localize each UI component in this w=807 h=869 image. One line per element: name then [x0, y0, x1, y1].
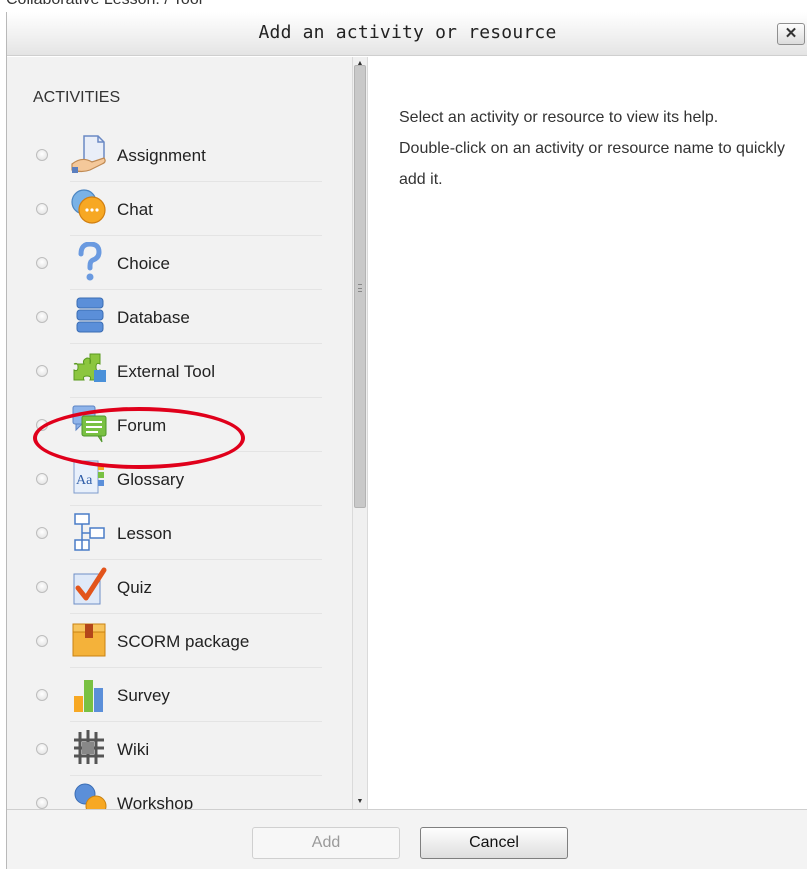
- radio-button[interactable]: [36, 311, 48, 323]
- radio-button[interactable]: [36, 689, 48, 701]
- activity-label: Workshop: [117, 794, 194, 809]
- activity-option-survey[interactable]: Survey: [7, 668, 352, 722]
- dialog-titlebar: Add an activity or resource ✕: [7, 12, 807, 56]
- add-activity-dialog: Add an activity or resource ✕ ACTIVITIES…: [6, 12, 807, 869]
- activity-option-quiz[interactable]: Quiz: [7, 560, 352, 614]
- activity-label: SCORM package: [117, 632, 250, 651]
- forum-highlight-annotation: [33, 407, 245, 469]
- radio-button[interactable]: [36, 149, 48, 161]
- activities-scrollbar[interactable]: ▲ ▼: [352, 57, 368, 809]
- help-text-line: Select an activity or resource to view i…: [399, 109, 719, 126]
- quiz-icon: [73, 567, 107, 605]
- activity-label: Quiz: [117, 578, 152, 597]
- radio-button[interactable]: [36, 797, 48, 809]
- activity-option-workshop[interactable]: Workshop: [7, 776, 352, 809]
- activity-label: External Tool: [117, 362, 215, 381]
- help-text-panel: Select an activity or resource to view i…: [399, 102, 799, 195]
- scorm-package-icon: [72, 623, 106, 657]
- activity-label: Wiki: [117, 740, 150, 759]
- radio-button[interactable]: [36, 257, 48, 269]
- radio-button[interactable]: [36, 527, 48, 539]
- activity-option-chat[interactable]: Chat: [7, 182, 352, 236]
- choice-icon: [78, 242, 102, 281]
- workshop-icon: [74, 783, 107, 809]
- activities-heading: ACTIVITIES: [33, 89, 121, 106]
- close-button[interactable]: ✕: [777, 23, 805, 45]
- assignment-icon: [71, 135, 106, 173]
- help-text-line: Double-click on an activity or resource …: [399, 140, 785, 188]
- add-button[interactable]: Add: [252, 827, 400, 859]
- activity-option-choice[interactable]: Choice: [7, 236, 352, 290]
- activity-label: Choice: [117, 254, 170, 273]
- activity-option-scorm-package[interactable]: SCORM package: [7, 614, 352, 668]
- radio-button[interactable]: [36, 203, 48, 215]
- activity-option-wiki[interactable]: Wiki: [7, 722, 352, 776]
- database-icon: [76, 297, 104, 333]
- scroll-thumb[interactable]: [354, 65, 366, 508]
- activity-label: Survey: [117, 686, 170, 705]
- survey-icon: [74, 680, 103, 712]
- lesson-icon: [74, 513, 105, 551]
- chat-icon: [71, 189, 106, 224]
- activity-option-lesson[interactable]: Lesson: [7, 506, 352, 560]
- activity-label: Assignment: [117, 146, 206, 165]
- radio-button[interactable]: [36, 581, 48, 593]
- background-page-text: Collaborative Lesson: / Tool: [6, 0, 202, 9]
- dialog-title: Add an activity or resource: [258, 22, 557, 43]
- scroll-down-arrow-icon[interactable]: ▼: [353, 795, 367, 809]
- wiki-icon: [74, 730, 104, 764]
- activity-label: Glossary: [117, 470, 185, 489]
- external-tool-icon: [73, 353, 106, 382]
- radio-button[interactable]: [36, 365, 48, 377]
- dialog-footer: Add Cancel: [7, 809, 807, 869]
- cancel-button[interactable]: Cancel: [420, 827, 568, 859]
- grip-icon: [358, 284, 362, 292]
- radio-button[interactable]: [36, 473, 48, 485]
- activity-option-database[interactable]: Database: [7, 290, 352, 344]
- activity-label: Lesson: [117, 524, 172, 543]
- svg-text:Aa: Aa: [76, 473, 93, 488]
- background-page-strip: Collaborative Lesson: / Tool: [0, 0, 807, 12]
- activity-option-assignment[interactable]: Assignment: [7, 128, 352, 182]
- radio-button[interactable]: [36, 743, 48, 755]
- activity-label: Chat: [117, 200, 153, 219]
- activity-option-external-tool[interactable]: External Tool: [7, 344, 352, 398]
- activity-label: Database: [117, 308, 190, 327]
- radio-button[interactable]: [36, 635, 48, 647]
